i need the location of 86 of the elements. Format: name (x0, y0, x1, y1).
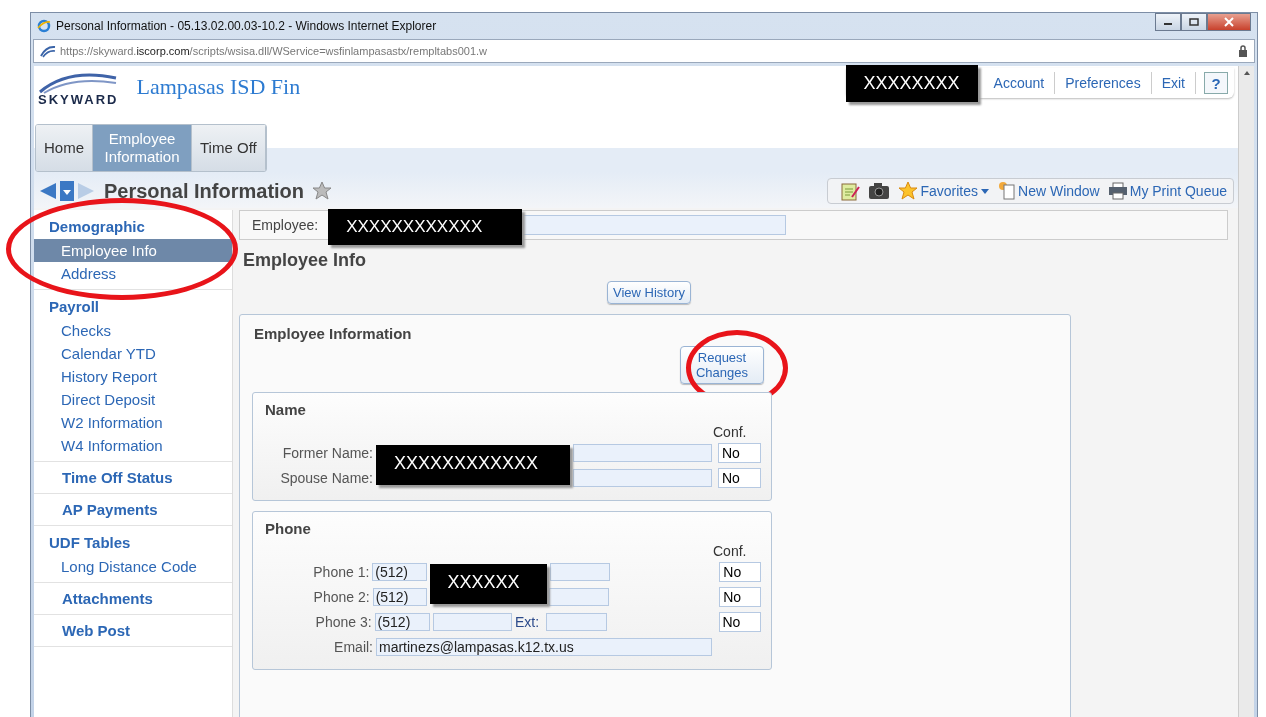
column-header: Conf. (712, 543, 748, 559)
extension-field[interactable] (549, 587, 610, 606)
conf-field[interactable]: No (719, 586, 761, 607)
minimize-button[interactable] (1155, 13, 1181, 31)
sidebar-item[interactable]: Address (34, 262, 232, 285)
redaction-box: XXXXXXXXXXXX (328, 209, 523, 245)
new-window-icon (998, 181, 1017, 201)
lock-icon (1238, 45, 1248, 57)
sidebar-link[interactable]: Time Off Status (34, 462, 232, 489)
column-header: Conf. (712, 424, 748, 440)
close-button[interactable] (1207, 13, 1251, 31)
page-title: Personal Information (104, 179, 305, 203)
area-code-field[interactable]: (512) (372, 587, 427, 606)
sidebar-link[interactable]: Attachments (34, 583, 232, 610)
phone-number-field[interactable] (432, 612, 512, 631)
field-label: Ext: (514, 613, 541, 630)
star-icon (898, 181, 919, 201)
star-icon[interactable] (312, 181, 333, 201)
field-label: Phone 1: (312, 563, 370, 580)
printer-icon (1107, 182, 1128, 200)
sidebar-heading: UDF Tables (48, 533, 132, 553)
print-queue-link[interactable]: My Print Queue (1107, 182, 1227, 200)
nav-link[interactable]: Exit (1151, 75, 1195, 91)
favorites-link[interactable]: Favorites (898, 181, 991, 201)
panel-title: Employee Information (253, 325, 413, 342)
section-heading: Name (265, 401, 307, 418)
sidebar-item[interactable]: W2 Information (34, 411, 232, 434)
window-title: Personal Information - 05.13.02.00.03-10.2 - Windows Internet Explorer (56, 19, 437, 33)
sidebar-item[interactable]: Employee Info (34, 239, 232, 262)
field-label: Phone 2: (312, 588, 370, 605)
forward-arrow-icon[interactable] (76, 181, 96, 201)
nav-tab[interactable]: Home (36, 125, 93, 171)
email-field[interactable]: martinezs@lampasas.k12.tx.us (376, 637, 712, 656)
sidebar-item[interactable]: Calendar YTD (34, 342, 232, 365)
notepad-icon[interactable] (840, 181, 861, 201)
nav-link[interactable]: Account (983, 75, 1055, 91)
conf-field[interactable]: No (719, 561, 761, 582)
sidebar-heading: Payroll (48, 297, 101, 317)
caret-icon (980, 187, 991, 195)
conf-field[interactable]: No (718, 611, 761, 632)
sidebar-heading: Demographic (48, 217, 146, 237)
conf-field[interactable]: No (718, 467, 761, 488)
dropdown-icon[interactable] (60, 181, 74, 201)
redaction-box: XXXXXX (429, 563, 547, 604)
scroll-up-arrow-icon[interactable] (1242, 70, 1251, 76)
field-label: Former Name: (281, 444, 373, 461)
section-title: Employee Info (242, 249, 368, 272)
employee-field[interactable] (522, 215, 787, 235)
sidebar-item[interactable]: Direct Deposit (34, 388, 232, 411)
logo: SKYWARD (38, 72, 119, 107)
site-icon (40, 44, 56, 58)
redaction-box: XXXXXXXX (845, 64, 978, 102)
view-history-button[interactable]: View History (607, 281, 691, 304)
extension-field[interactable] (549, 562, 610, 581)
help-button[interactable]: ? (1204, 72, 1228, 94)
camera-icon[interactable] (868, 182, 891, 200)
scrollbar[interactable] (1238, 66, 1254, 717)
conf-field[interactable]: No (718, 442, 761, 463)
address-bar[interactable]: https://skyward.iscorp.com/scripts/wsisa.dll/WService=wsfinlampasastx/rempltabs001.w (60, 45, 487, 57)
sidebar-item[interactable]: History Report (34, 365, 232, 388)
sidebar-item[interactable]: Long Distance Code (34, 555, 232, 578)
nav-tab[interactable]: Time Off (192, 125, 266, 171)
new-window-link[interactable]: New Window (998, 181, 1100, 201)
site-name: Lampasas ISD Fin (136, 74, 301, 100)
sidebar-item[interactable]: W4 Information (34, 434, 232, 457)
extension-field[interactable] (545, 612, 607, 631)
field-label: Employee: (252, 217, 319, 233)
sidebar-item[interactable]: Checks (34, 319, 232, 342)
maximize-icon (1189, 18, 1199, 26)
nav-link[interactable]: Preferences (1055, 75, 1151, 91)
field-label: Spouse Name: (279, 469, 373, 486)
input-field[interactable] (573, 468, 712, 487)
input-field[interactable] (573, 443, 712, 462)
area-code-field[interactable]: (512) (372, 562, 427, 581)
redaction-box: XXXXXXXXXXXX (376, 444, 570, 485)
close-icon (1224, 17, 1234, 27)
sidebar-link[interactable]: Web Post (34, 615, 232, 642)
sidebar-link[interactable]: AP Payments (34, 494, 232, 521)
area-code-field[interactable]: (512) (374, 612, 430, 631)
browser-logo-icon (37, 19, 51, 33)
section-heading: Phone (265, 520, 312, 537)
field-label: Email: (333, 638, 373, 655)
request-changes-button[interactable]: Request Changes (680, 346, 764, 384)
maximize-button[interactable] (1181, 13, 1207, 31)
back-arrow-icon[interactable] (38, 181, 58, 201)
field-label: Phone 3: (314, 613, 372, 630)
